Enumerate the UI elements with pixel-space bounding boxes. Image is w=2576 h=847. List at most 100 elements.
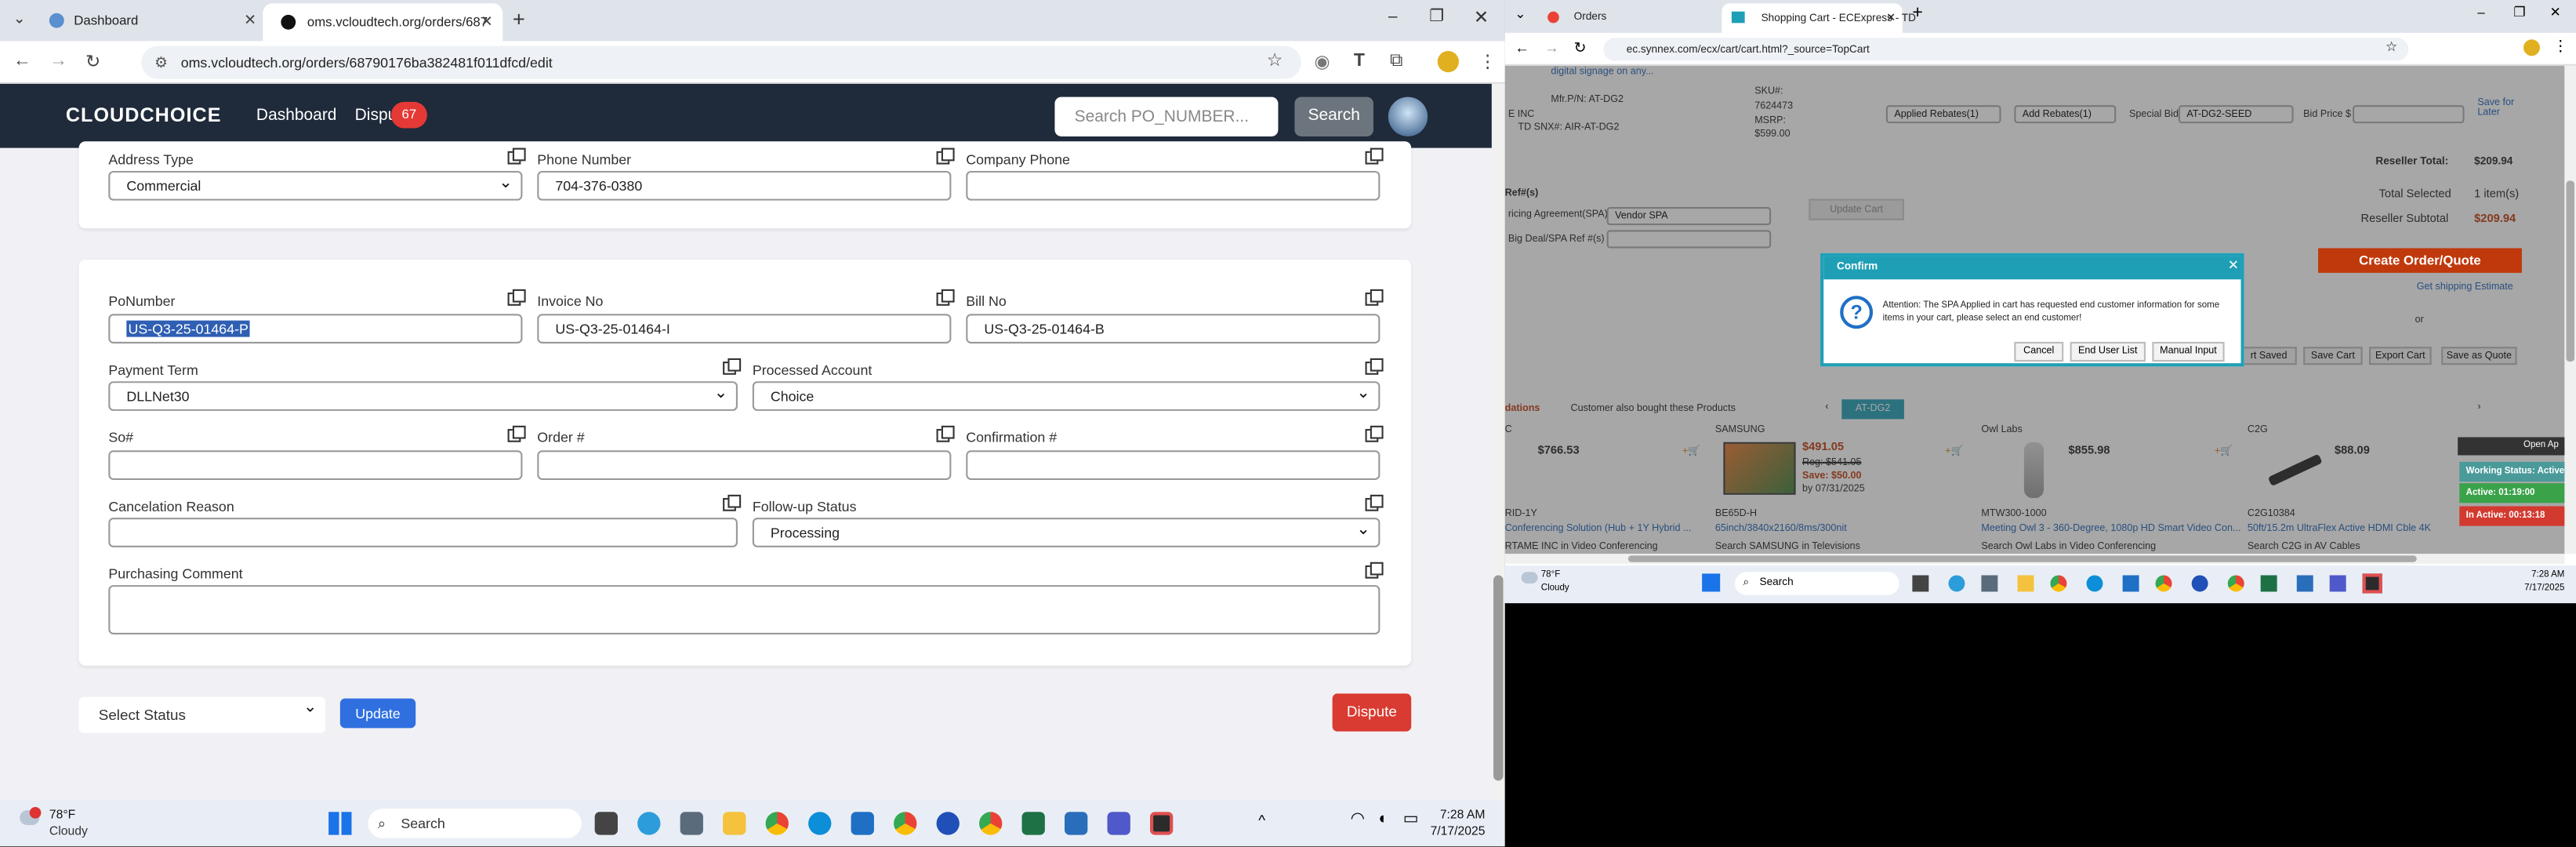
- horizontal-scrollbar[interactable]: [1504, 554, 2565, 564]
- back-icon[interactable]: ←: [1515, 39, 1529, 56]
- remote-icon[interactable]: [1065, 812, 1088, 835]
- close-icon[interactable]: ✕: [481, 13, 493, 31]
- po-search-input[interactable]: Search PO_NUMBER...: [1054, 96, 1279, 136]
- menu-dots-icon[interactable]: ⋮: [1478, 51, 1497, 72]
- calculator-icon[interactable]: [680, 812, 703, 835]
- end-user-list-button[interactable]: End User List: [2070, 341, 2146, 362]
- tab-search-icon[interactable]: ⌄: [13, 10, 26, 28]
- folder-icon[interactable]: [723, 812, 746, 835]
- tab-search-icon[interactable]: ⌄: [1515, 6, 1526, 21]
- chrome-profile-icon[interactable]: [2155, 575, 2172, 592]
- confirmation-input[interactable]: [966, 450, 1381, 480]
- cancel-button[interactable]: Cancel: [2014, 341, 2064, 362]
- so-input[interactable]: [108, 450, 523, 480]
- close-icon[interactable]: ✕: [244, 12, 256, 30]
- copy-icon[interactable]: [507, 425, 526, 442]
- status-select[interactable]: Select Status: [78, 696, 325, 733]
- sticky-app-icon[interactable]: [1149, 812, 1174, 835]
- outlook-icon[interactable]: [2122, 575, 2139, 592]
- new-tab-icon[interactable]: +: [1912, 3, 1922, 23]
- close-icon[interactable]: ✕: [2228, 258, 2239, 273]
- puzzle-icon[interactable]: ⧉: [1390, 51, 1402, 72]
- bookmark-star-icon[interactable]: ☆: [1267, 49, 1283, 71]
- nav-dashboard[interactable]: Dashboard: [256, 107, 337, 125]
- forward-icon[interactable]: →: [1544, 39, 1559, 56]
- chrome-profile-icon[interactable]: [894, 812, 917, 835]
- copy-icon[interactable]: [1365, 289, 1384, 306]
- open-app-button[interactable]: Open Ap: [2458, 437, 2576, 456]
- back-icon[interactable]: ←: [13, 51, 31, 71]
- site-info-icon[interactable]: ⚙: [154, 53, 168, 71]
- copy-icon[interactable]: [723, 494, 742, 511]
- copy-icon[interactable]: [936, 289, 955, 306]
- copy-icon[interactable]: [1365, 147, 1384, 165]
- tab-orders[interactable]: Orders ✕: [1534, 3, 1741, 31]
- po-number-input[interactable]: US-Q3-25-01464-P: [108, 314, 523, 344]
- extension-icon[interactable]: ◉: [1315, 51, 1330, 72]
- copy-icon[interactable]: [1365, 358, 1384, 375]
- teams-icon[interactable]: [1107, 812, 1130, 835]
- files-icon[interactable]: [1912, 575, 1929, 592]
- minimize-icon[interactable]: –: [2477, 5, 2484, 20]
- company-phone-input[interactable]: [966, 170, 1381, 201]
- followup-status-select[interactable]: Processing: [752, 518, 1381, 547]
- reload-icon[interactable]: ↻: [85, 51, 100, 72]
- url-field[interactable]: ⚙ oms.vcloudtech.org/orders/68790176ba38…: [141, 45, 1301, 79]
- app-icon[interactable]: [637, 812, 661, 835]
- create-order-button[interactable]: Create Order/Quote: [2318, 248, 2522, 273]
- tab-order-edit[interactable]: oms.vcloudtech.org/orders/687 ✕: [263, 3, 503, 42]
- profile-icon[interactable]: [2523, 39, 2540, 56]
- scrollbar-thumb[interactable]: [2566, 180, 2574, 362]
- chrome-icon-2[interactable]: [2227, 575, 2244, 592]
- app-icon[interactable]: [1948, 575, 1965, 592]
- minimize-icon[interactable]: –: [1388, 8, 1398, 26]
- excel-icon[interactable]: [1021, 812, 1045, 835]
- search-button[interactable]: Search: [1294, 96, 1374, 136]
- taskbar-search[interactable]: ⌕ Search: [1735, 572, 1899, 595]
- tab-shopping-cart[interactable]: Shopping Cart - ECExpress - TD ✕: [1722, 3, 1916, 33]
- copy-icon[interactable]: [507, 147, 526, 165]
- edge-icon[interactable]: [2086, 575, 2103, 592]
- scrollbar-thumb[interactable]: [1627, 555, 2417, 562]
- tray-chevron-icon[interactable]: ^: [1258, 812, 1265, 828]
- new-tab-icon[interactable]: +: [513, 6, 525, 31]
- teams-icon[interactable]: [2329, 575, 2346, 592]
- chrome-icon[interactable]: [765, 812, 789, 835]
- invoice-input[interactable]: US-Q3-25-01464-I: [537, 314, 952, 344]
- taskbar-search[interactable]: ⌕ Search: [368, 809, 582, 838]
- close-window-icon[interactable]: ✕: [1474, 6, 1489, 27]
- folder-icon[interactable]: [2017, 575, 2034, 592]
- tab-dashboard[interactable]: Dashboard ✕: [30, 5, 267, 36]
- bookmark-star-icon[interactable]: ☆: [2386, 39, 2397, 54]
- copy-icon[interactable]: [507, 289, 526, 306]
- phone-input[interactable]: 704-376-0380: [537, 170, 952, 201]
- reader-icon[interactable]: T: [1354, 51, 1365, 71]
- windows-start-icon[interactable]: [328, 812, 352, 835]
- payment-term-select[interactable]: DLLNet30: [108, 381, 738, 411]
- remote-icon[interactable]: [2296, 575, 2313, 592]
- close-window-icon[interactable]: ✕: [2550, 5, 2561, 20]
- reload-icon[interactable]: ↻: [1574, 39, 1587, 57]
- menu-dots-icon[interactable]: ⋮: [2553, 38, 2568, 56]
- update-button[interactable]: Update: [339, 698, 416, 729]
- files-icon[interactable]: [594, 812, 618, 835]
- chrome-icon-2[interactable]: [979, 812, 1003, 835]
- processed-account-select[interactable]: Choice: [752, 381, 1381, 411]
- scrollbar-thumb[interactable]: [1493, 575, 1504, 781]
- close-icon[interactable]: ✕: [1886, 12, 1896, 25]
- chrome-icon[interactable]: [2050, 575, 2067, 592]
- excel-icon[interactable]: [2260, 575, 2277, 592]
- maximize-icon[interactable]: ❐: [2513, 5, 2525, 20]
- copy-icon[interactable]: [1365, 425, 1384, 442]
- brand-logo[interactable]: CLOUDCHOICE: [66, 104, 222, 126]
- volume-icon[interactable]: ◖: [1377, 810, 1387, 828]
- address-type-select[interactable]: Commercial: [108, 170, 523, 201]
- calculator-icon[interactable]: [1981, 575, 1998, 592]
- avatar[interactable]: [1388, 96, 1428, 136]
- maximize-icon[interactable]: ❐: [1429, 8, 1444, 26]
- weather-icon[interactable]: [1521, 572, 1538, 583]
- outlook-icon[interactable]: [851, 812, 874, 835]
- order-number-input[interactable]: [537, 450, 952, 480]
- forward-icon[interactable]: →: [49, 51, 67, 71]
- wifi-icon[interactable]: ◠: [1351, 810, 1365, 828]
